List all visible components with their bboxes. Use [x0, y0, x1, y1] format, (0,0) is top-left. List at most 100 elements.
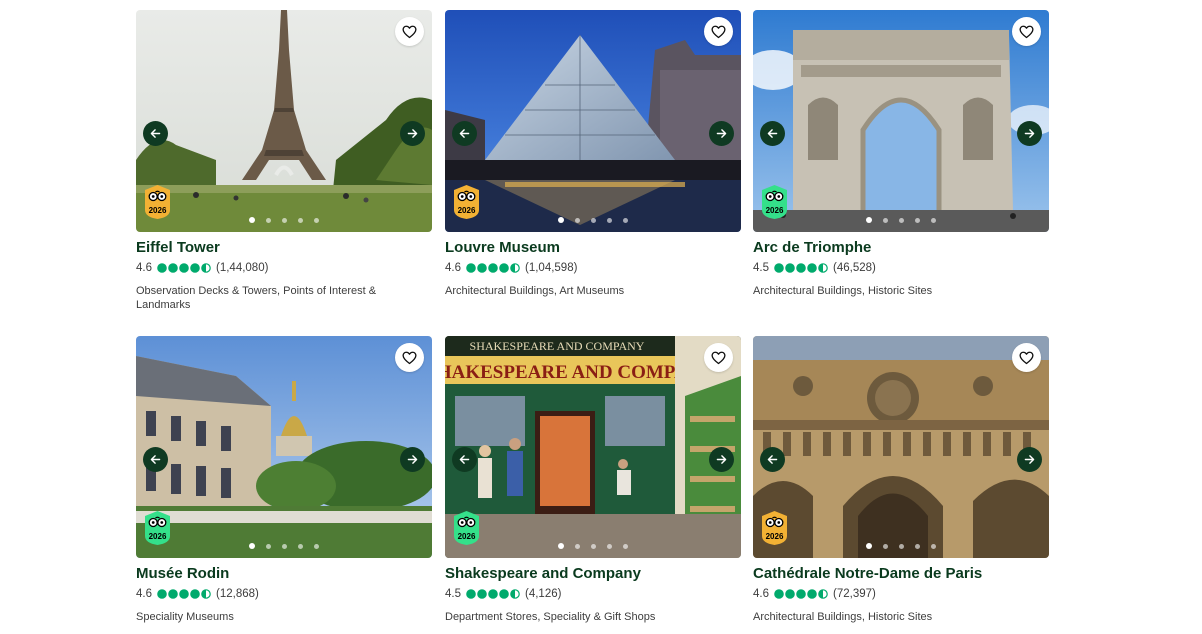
next-photo-button[interactable]	[400, 121, 425, 146]
attraction-card-louvre-museum[interactable]: 2026 Louvre Museum 4.6 (1,04,598) Archit…	[445, 10, 741, 298]
photo-dot[interactable]	[575, 217, 580, 223]
rating-value: 4.6	[136, 588, 152, 600]
rating-bubble-icon	[190, 589, 200, 599]
review-count[interactable]: (12,868)	[216, 588, 259, 600]
next-photo-button[interactable]	[1017, 121, 1042, 146]
attraction-card-notre-dame[interactable]: 2026 Cathédrale Notre-Dame de Paris 4.6 …	[753, 336, 1049, 624]
previous-photo-button[interactable]	[760, 121, 785, 146]
musee-rodin-photo	[136, 336, 432, 558]
arrow-right-icon	[407, 129, 418, 138]
photo-dot[interactable]	[298, 543, 303, 549]
attraction-title[interactable]: Louvre Museum	[445, 239, 741, 257]
review-count[interactable]: (4,126)	[525, 588, 561, 600]
rating-bubble-icon	[499, 263, 509, 273]
attraction-title[interactable]: Shakespeare and Company	[445, 565, 741, 583]
photo-dot[interactable]	[558, 217, 564, 223]
next-photo-button[interactable]	[1017, 447, 1042, 472]
next-photo-button[interactable]	[709, 447, 734, 472]
next-photo-button[interactable]	[400, 447, 425, 472]
attraction-card-musee-rodin[interactable]: 2026 Musée Rodin 4.6 (12,868) Speciality…	[136, 336, 432, 624]
heart-outline-icon	[711, 351, 726, 365]
photo-dot[interactable]	[931, 543, 936, 549]
attraction-card-arc-de-triomphe[interactable]: 2026 Arc de Triomphe 4.5 (46,528) Archit…	[753, 10, 1049, 298]
heart-outline-icon	[1019, 25, 1034, 39]
photo-dot[interactable]	[607, 543, 612, 549]
attraction-title[interactable]: Arc de Triomphe	[753, 239, 1049, 257]
save-to-favorites-button[interactable]	[395, 17, 424, 46]
photo-dot[interactable]	[575, 543, 580, 549]
review-count[interactable]: (1,44,080)	[216, 262, 268, 274]
rating-bubbles	[466, 589, 520, 599]
photo-dot[interactable]	[607, 217, 612, 223]
photo-dot[interactable]	[558, 543, 564, 549]
attraction-categories: Observation Decks & Towers, Points of In…	[136, 285, 377, 311]
photo-dot[interactable]	[866, 217, 872, 223]
photo-pagination	[753, 543, 1049, 549]
photo-dot[interactable]	[249, 217, 255, 223]
save-to-favorites-button[interactable]	[704, 17, 733, 46]
photo-dot[interactable]	[282, 217, 287, 223]
photo-carousel[interactable]: 2026	[753, 10, 1049, 232]
arrow-left-icon	[150, 455, 161, 464]
attraction-card-eiffel-tower[interactable]: 2026 Eiffel Tower 4.6 (1,44,080) Observa…	[136, 10, 432, 312]
review-count[interactable]: (46,528)	[833, 262, 876, 274]
rating-value: 4.6	[753, 588, 769, 600]
rating-bubble-icon	[179, 589, 189, 599]
photo-dot[interactable]	[866, 543, 872, 549]
rating-value: 4.6	[445, 262, 461, 274]
award-year: 2026	[766, 532, 784, 541]
previous-photo-button[interactable]	[452, 121, 477, 146]
photo-dot[interactable]	[282, 543, 287, 549]
photo-carousel[interactable]: 2026	[136, 336, 432, 558]
photo-dot[interactable]	[915, 217, 920, 223]
photo-dot[interactable]	[623, 543, 628, 549]
photo-dot[interactable]	[298, 217, 303, 223]
photo-dot[interactable]	[623, 217, 628, 223]
review-count[interactable]: (72,397)	[833, 588, 876, 600]
save-to-favorites-button[interactable]	[1012, 343, 1041, 372]
rating-row: 4.6 (1,44,080)	[136, 260, 432, 276]
photo-dot[interactable]	[266, 543, 271, 549]
rating-bubble-icon	[488, 263, 498, 273]
rating-bubble-icon	[168, 589, 178, 599]
photo-dot[interactable]	[591, 543, 596, 549]
photo-carousel[interactable]: SHAKESPEARE AND COMPANY SHAKESPEARE AND …	[445, 336, 741, 558]
review-count[interactable]: (1,04,598)	[525, 262, 577, 274]
photo-dot[interactable]	[899, 217, 904, 223]
photo-dot[interactable]	[266, 217, 271, 223]
attraction-title[interactable]: Eiffel Tower	[136, 239, 432, 257]
previous-photo-button[interactable]	[143, 121, 168, 146]
previous-photo-button[interactable]	[760, 447, 785, 472]
photo-dot[interactable]	[931, 217, 936, 223]
photo-dot[interactable]	[591, 217, 596, 223]
save-to-favorites-button[interactable]	[395, 343, 424, 372]
photo-dot[interactable]	[249, 543, 255, 549]
photo-dot[interactable]	[883, 543, 888, 549]
photo-pagination	[445, 543, 741, 549]
photo-dot[interactable]	[314, 543, 319, 549]
rating-value: 4.5	[445, 588, 461, 600]
rating-bubble-icon	[785, 263, 795, 273]
attraction-card-shakespeare-and-company[interactable]: SHAKESPEARE AND COMPANY SHAKESPEARE AND …	[445, 336, 741, 624]
previous-photo-button[interactable]	[452, 447, 477, 472]
arrow-left-icon	[459, 455, 470, 464]
save-to-favorites-button[interactable]	[1012, 17, 1041, 46]
photo-dot[interactable]	[314, 217, 319, 223]
photo-dot[interactable]	[915, 543, 920, 549]
rating-bubble-icon	[807, 263, 817, 273]
rating-bubble-icon	[190, 263, 200, 273]
photo-carousel[interactable]: 2026	[753, 336, 1049, 558]
photo-carousel[interactable]: 2026	[445, 10, 741, 232]
shop-sign-top: SHAKESPEARE AND COMPANY	[470, 339, 645, 353]
save-to-favorites-button[interactable]	[704, 343, 733, 372]
attraction-title[interactable]: Musée Rodin	[136, 565, 432, 583]
next-photo-button[interactable]	[709, 121, 734, 146]
rating-bubble-icon	[796, 263, 806, 273]
rating-row: 4.6 (12,868)	[136, 586, 432, 602]
previous-photo-button[interactable]	[143, 447, 168, 472]
photo-dot[interactable]	[883, 217, 888, 223]
photo-dot[interactable]	[899, 543, 904, 549]
photo-carousel[interactable]: 2026	[136, 10, 432, 232]
rating-bubbles	[466, 263, 520, 273]
attraction-title[interactable]: Cathédrale Notre-Dame de Paris	[753, 565, 1049, 583]
